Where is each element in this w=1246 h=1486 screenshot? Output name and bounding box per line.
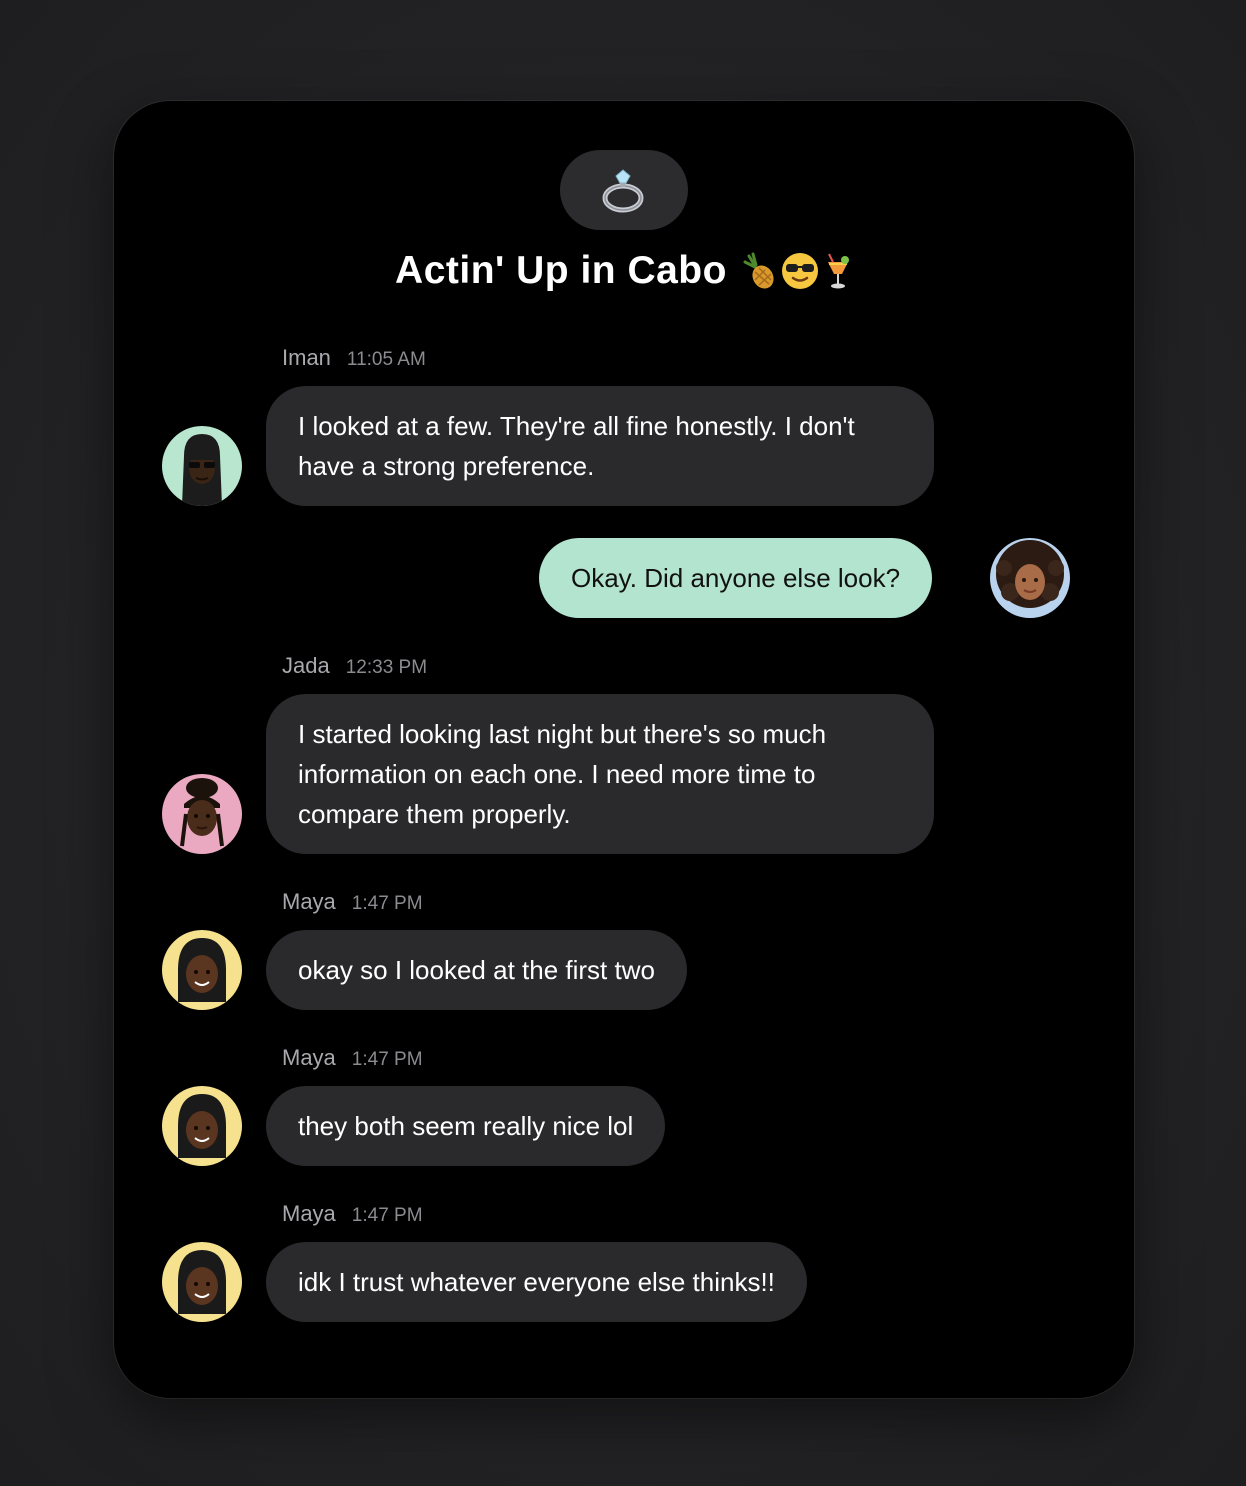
message-time: 1:47 PM xyxy=(351,893,423,914)
memoji-avatar-icon xyxy=(178,938,226,1002)
sender-name: Maya xyxy=(282,1201,336,1226)
group-title: Actin' Up in Cabo xyxy=(395,249,727,292)
avatar-me[interactable] xyxy=(990,538,1070,618)
chat-window: Actin' Up in Cabo Iman 11:05 AM I looked… xyxy=(114,101,1134,1398)
ring-icon xyxy=(602,169,644,213)
memoji-avatar-icon xyxy=(178,1250,226,1314)
sender-name: Maya xyxy=(282,889,336,914)
sunglasses-face-icon xyxy=(781,253,818,289)
message-meta: Maya 1:47 PM xyxy=(282,1045,423,1071)
sender-name: Jada xyxy=(282,653,330,678)
message-bubble[interactable]: I looked at a few. They're all fine hone… xyxy=(266,386,934,506)
memoji-avatar-icon xyxy=(182,434,222,506)
message-meta: Maya 1:47 PM xyxy=(282,1201,423,1227)
message-meta: Jada 12:33 PM xyxy=(282,653,427,679)
avatar-iman[interactable] xyxy=(162,426,242,506)
message-bubble[interactable]: okay so I looked at the first two xyxy=(266,930,687,1010)
message-time: 1:47 PM xyxy=(351,1049,423,1070)
avatar-maya[interactable] xyxy=(162,1086,242,1166)
message-meta: Iman 11:05 AM xyxy=(282,345,426,371)
message-time: 12:33 PM xyxy=(345,657,428,678)
message-time: 1:47 PM xyxy=(351,1205,423,1226)
group-icon-button[interactable] xyxy=(560,150,688,230)
sender-name: Iman xyxy=(282,345,331,370)
group-title-row: Actin' Up in Cabo xyxy=(114,249,1134,293)
message-bubble[interactable]: idk I trust whatever everyone else think… xyxy=(266,1242,807,1322)
avatar-maya[interactable] xyxy=(162,1242,242,1322)
memoji-avatar-icon xyxy=(178,1094,226,1158)
memoji-avatar-icon xyxy=(180,778,224,847)
pineapple-icon xyxy=(743,252,774,289)
sender-name: Maya xyxy=(282,1045,336,1070)
message-bubble[interactable]: I started looking last night but there's… xyxy=(266,694,934,854)
outgoing-message-bubble[interactable]: Okay. Did anyone else look? xyxy=(539,538,933,618)
tropical-drink-icon xyxy=(827,253,849,289)
message-bubble[interactable]: they both seem really nice lol xyxy=(266,1086,666,1166)
avatar-jada[interactable] xyxy=(162,774,242,854)
avatar-maya[interactable] xyxy=(162,930,242,1010)
message-time: 11:05 AM xyxy=(346,349,426,370)
title-emojis xyxy=(741,252,853,290)
memoji-avatar-icon xyxy=(996,540,1064,608)
message-meta: Maya 1:47 PM xyxy=(282,889,423,915)
